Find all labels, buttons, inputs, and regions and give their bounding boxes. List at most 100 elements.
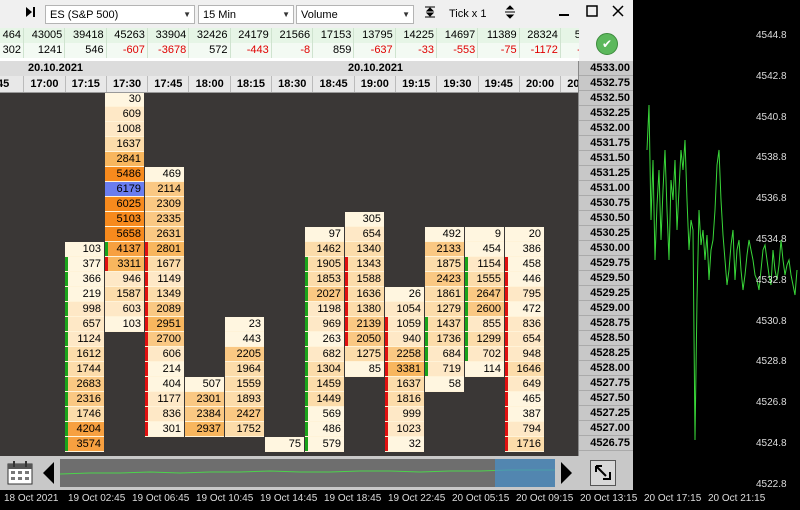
close-icon[interactable]	[608, 5, 628, 24]
footprint-cell[interactable]: 1587	[105, 287, 144, 302]
footprint-cell[interactable]: 1588	[345, 272, 384, 287]
footprint-cell[interactable]: 2114	[145, 182, 184, 197]
footprint-cell[interactable]: 795	[505, 287, 544, 302]
footprint-cell[interactable]: 30	[105, 93, 144, 107]
footprint-cell[interactable]: 1462	[305, 242, 344, 257]
footprint-cell[interactable]: 719	[425, 362, 464, 377]
footprint-cell[interactable]: 85	[345, 362, 384, 377]
footprint-cell[interactable]: 4137	[105, 242, 144, 257]
footprint-cell[interactable]: 1008	[105, 122, 144, 137]
footprint-cell[interactable]: 1853	[305, 272, 344, 287]
footprint-cell[interactable]: 97	[305, 227, 344, 242]
expand-view-icon[interactable]	[590, 460, 616, 486]
scroll-left-icon[interactable]	[40, 459, 58, 487]
footprint-cell[interactable]: 20	[505, 227, 544, 242]
footprint-cell[interactable]: 75	[265, 437, 304, 452]
footprint-cell[interactable]: 609	[105, 107, 144, 122]
footprint-cell[interactable]: 4204	[65, 422, 104, 437]
footprint-cell[interactable]: 2841	[105, 152, 144, 167]
maximize-icon[interactable]	[582, 5, 602, 24]
footprint-cell[interactable]: 855	[465, 317, 504, 332]
footprint-cell[interactable]: 5658	[105, 227, 144, 242]
footprint-cell[interactable]: 2316	[65, 392, 104, 407]
footprint-cell[interactable]: 654	[505, 332, 544, 347]
footprint-cell[interactable]: 1875	[425, 257, 464, 272]
footprint-cell[interactable]: 1340	[345, 242, 384, 257]
footprint-cell[interactable]: 454	[465, 242, 504, 257]
footprint-cell[interactable]: 1349	[145, 287, 184, 302]
overview-window-thumb[interactable]	[495, 459, 555, 487]
footprint-cell[interactable]: 6179	[105, 182, 144, 197]
play-icon[interactable]	[20, 5, 40, 24]
footprint-cell[interactable]: 492	[425, 227, 464, 242]
footprint-cell[interactable]: 377	[65, 257, 104, 272]
footprint-cell[interactable]: 998	[65, 302, 104, 317]
footprint-cell[interactable]: 1449	[305, 392, 344, 407]
footprint-cell[interactable]: 2647	[465, 287, 504, 302]
footprint-cell[interactable]: 2139	[345, 317, 384, 332]
footprint-cell[interactable]: 1380	[345, 302, 384, 317]
footprint-cell[interactable]: 836	[505, 317, 544, 332]
footprint-cell[interactable]: 2309	[145, 197, 184, 212]
footprint-cell[interactable]: 3381	[385, 362, 424, 377]
footprint-cell[interactable]: 3574	[65, 437, 104, 452]
footprint-cell[interactable]: 603	[105, 302, 144, 317]
footprint-cell[interactable]: 682	[305, 347, 344, 362]
minimize-icon[interactable]	[554, 5, 574, 24]
footprint-cell[interactable]: 114	[465, 362, 504, 377]
footprint-cell[interactable]: 946	[105, 272, 144, 287]
expand-rows-icon[interactable]	[500, 5, 520, 24]
footprint-cell[interactable]: 1054	[385, 302, 424, 317]
footprint-cell[interactable]: 1736	[425, 332, 464, 347]
footprint-cell[interactable]: 794	[505, 422, 544, 437]
footprint-cell[interactable]: 103	[65, 242, 104, 257]
footprint-cell[interactable]: 940	[385, 332, 424, 347]
footprint-cell[interactable]: 1437	[425, 317, 464, 332]
footprint-cell[interactable]: 2384	[185, 407, 224, 422]
calendar-icon[interactable]	[4, 459, 36, 487]
footprint-cell[interactable]: 2423	[425, 272, 464, 287]
footprint-cell[interactable]: 836	[145, 407, 184, 422]
footprint-cell[interactable]: 1459	[305, 377, 344, 392]
footprint-cell[interactable]: 219	[65, 287, 104, 302]
footprint-cell[interactable]: 5486	[105, 167, 144, 182]
footprint-cell[interactable]: 32	[385, 437, 424, 452]
footprint-cell[interactable]: 2133	[425, 242, 464, 257]
footprint-cell[interactable]: 1716	[505, 437, 544, 452]
footprint-cell[interactable]: 366	[65, 272, 104, 287]
footprint-cell[interactable]: 2027	[305, 287, 344, 302]
footprint-cell[interactable]: 214	[145, 362, 184, 377]
footprint-chart[interactable]: 103 377 366 219 998 657 1124 1612 1744 2683 2316 17…	[0, 93, 578, 456]
footprint-cell[interactable]: 2951	[145, 317, 184, 332]
footprint-cell[interactable]: 1154	[465, 257, 504, 272]
footprint-cell[interactable]: 6025	[105, 197, 144, 212]
footprint-cell[interactable]: 465	[505, 392, 544, 407]
compress-rows-icon[interactable]	[420, 5, 440, 24]
footprint-cell[interactable]: 301	[145, 422, 184, 437]
footprint-cell[interactable]: 999	[385, 407, 424, 422]
footprint-cell[interactable]: 1023	[385, 422, 424, 437]
footprint-cell[interactable]: 1555	[465, 272, 504, 287]
footprint-cell[interactable]: 1893	[225, 392, 264, 407]
footprint-cell[interactable]: 606	[145, 347, 184, 362]
footprint-cell[interactable]: 948	[505, 347, 544, 362]
footprint-cell[interactable]: 2700	[145, 332, 184, 347]
footprint-cell[interactable]: 1637	[385, 377, 424, 392]
footprint-cell[interactable]: 507	[185, 377, 224, 392]
footprint-cell[interactable]: 2205	[225, 347, 264, 362]
footprint-cell[interactable]: 2258	[385, 347, 424, 362]
footprint-cell[interactable]: 969	[305, 317, 344, 332]
footprint-cell[interactable]: 1279	[425, 302, 464, 317]
footprint-cell[interactable]: 649	[505, 377, 544, 392]
footprint-cell[interactable]: 2937	[185, 422, 224, 437]
footprint-cell[interactable]: 26	[385, 287, 424, 302]
footprint-cell[interactable]: 2801	[145, 242, 184, 257]
footprint-cell[interactable]: 1816	[385, 392, 424, 407]
footprint-cell[interactable]: 446	[505, 272, 544, 287]
footprint-cell[interactable]: 1861	[425, 287, 464, 302]
footprint-cell[interactable]: 684	[425, 347, 464, 362]
footprint-cell[interactable]: 1746	[65, 407, 104, 422]
footprint-cell[interactable]: 1299	[465, 332, 504, 347]
footprint-cell[interactable]: 1059	[385, 317, 424, 332]
footprint-cell[interactable]: 58	[425, 377, 464, 392]
